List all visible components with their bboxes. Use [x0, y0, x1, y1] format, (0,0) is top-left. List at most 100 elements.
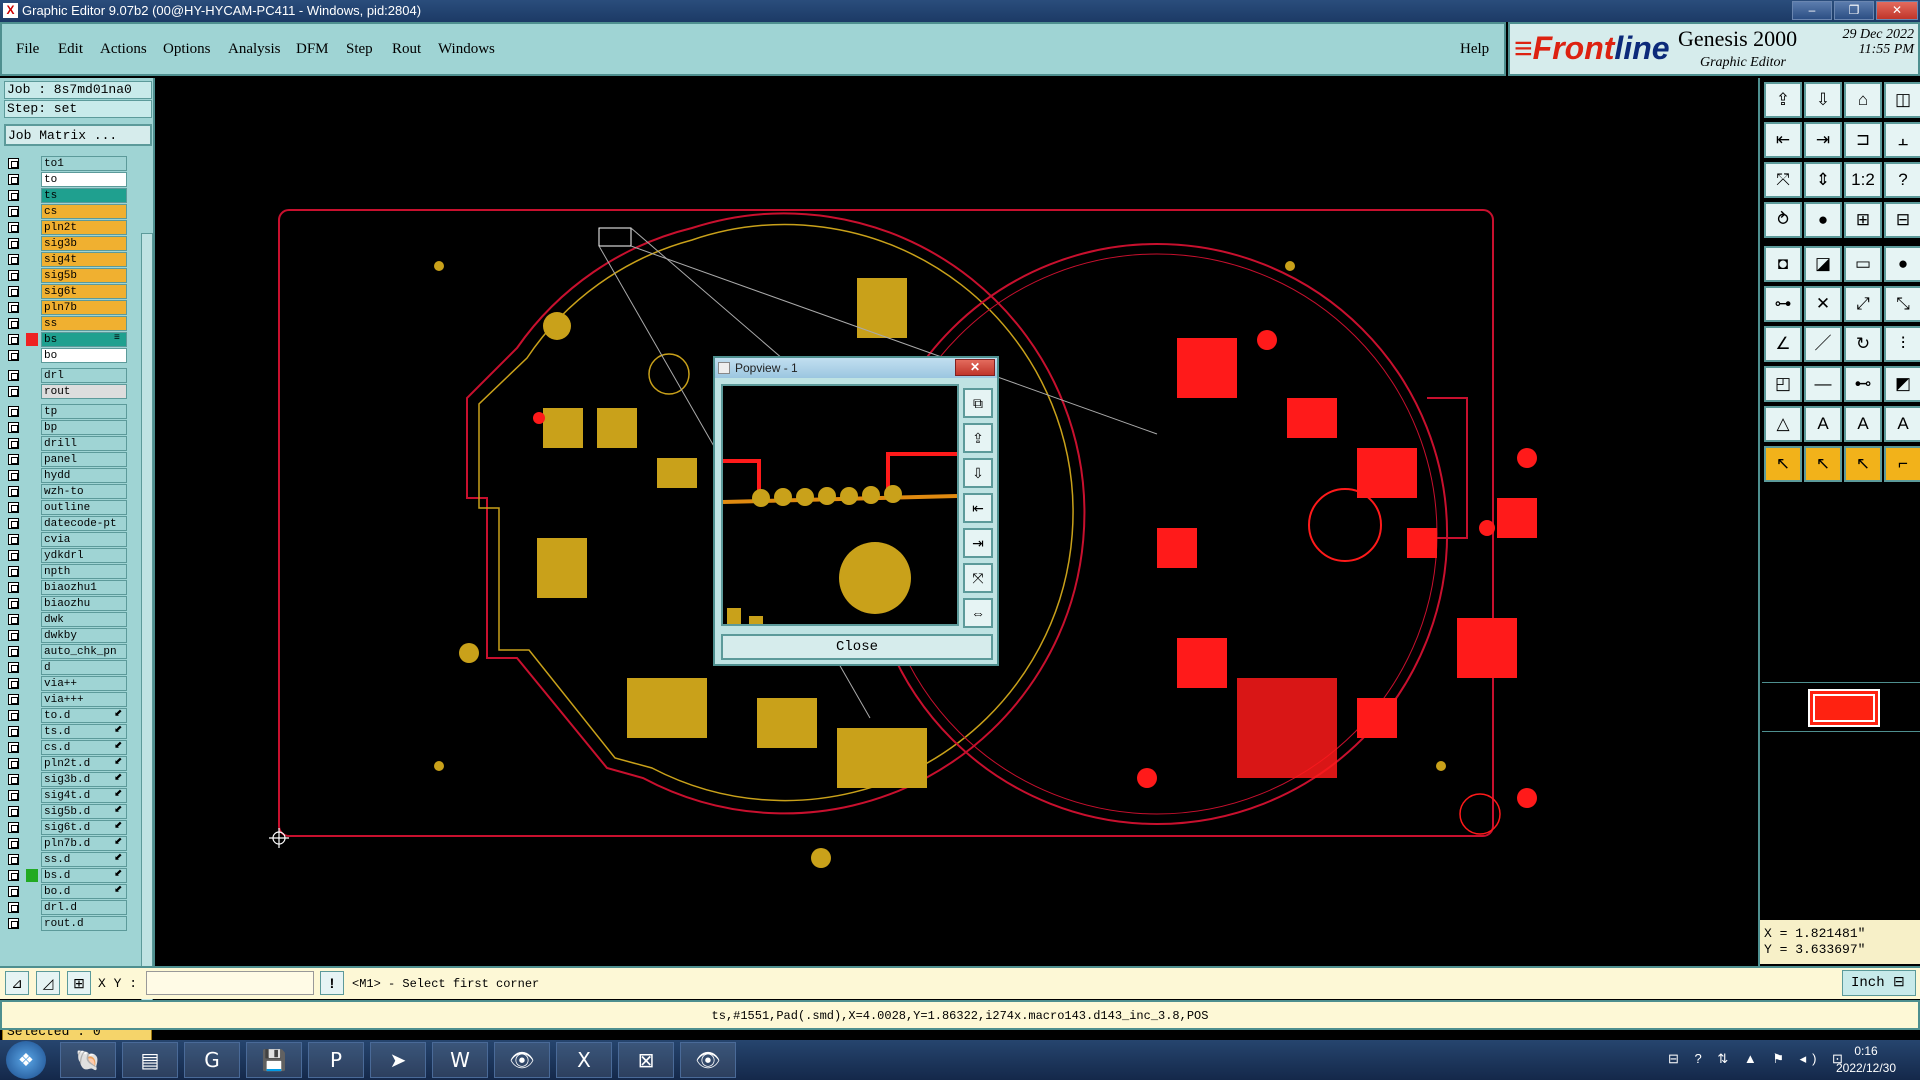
popview-tool-3[interactable]: ⇩: [963, 458, 993, 488]
layer-name[interactable]: via++: [41, 676, 127, 691]
layer-color-swatch[interactable]: [26, 741, 38, 754]
layer-color-swatch[interactable]: [26, 237, 38, 250]
layer-checkbox[interactable]: [8, 438, 19, 449]
layer-row[interactable]: bs.d ⬋: [4, 868, 140, 883]
job-matrix-button[interactable]: Job Matrix ...: [4, 124, 152, 146]
tool-button-8-3[interactable]: A: [1884, 406, 1920, 442]
tool-button-2-3[interactable]: ?: [1884, 162, 1920, 198]
layer-name[interactable]: dwkby: [41, 628, 127, 643]
layer-color-swatch[interactable]: [26, 301, 38, 314]
tool-button-3-2[interactable]: ⊞: [1844, 202, 1882, 238]
layer-name[interactable]: panel: [41, 452, 127, 467]
layer-name[interactable]: rout: [41, 384, 127, 399]
layer-row[interactable]: to1: [4, 156, 140, 171]
layer-checkbox[interactable]: [8, 350, 19, 361]
layer-color-swatch[interactable]: [26, 725, 38, 738]
layer-name[interactable]: pln7b: [41, 300, 127, 315]
layer-color-swatch[interactable]: [26, 517, 38, 530]
tool-button-1-3[interactable]: ⫠: [1884, 122, 1920, 158]
layer-row[interactable]: cs: [4, 204, 140, 219]
tool-button-2-0[interactable]: ⤧: [1764, 162, 1802, 198]
layer-color-swatch[interactable]: [26, 597, 38, 610]
layer-row[interactable]: sig5b: [4, 268, 140, 283]
taskbar-app-7[interactable]: 👁: [494, 1042, 550, 1078]
layer-name[interactable]: tp: [41, 404, 127, 419]
layer-checkbox[interactable]: [8, 286, 19, 297]
popview-tool-4[interactable]: ⇤: [963, 493, 993, 523]
layer-color-swatch[interactable]: [26, 565, 38, 578]
layer-checkbox[interactable]: [8, 758, 19, 769]
layer-row[interactable]: via++: [4, 676, 140, 691]
tool-button-8-2[interactable]: A: [1844, 406, 1882, 442]
maximize-button[interactable]: ❐: [1834, 1, 1874, 20]
layer-checkbox[interactable]: [8, 630, 19, 641]
layer-checkbox[interactable]: [8, 662, 19, 673]
layer-name[interactable]: wzh-to: [41, 484, 127, 499]
layer-name[interactable]: pln2t: [41, 220, 127, 235]
layer-row[interactable]: ydkdrl: [4, 548, 140, 563]
layer-color-swatch[interactable]: [26, 485, 38, 498]
layer-checkbox[interactable]: [8, 918, 19, 929]
snap-icon[interactable]: ⊿: [5, 971, 29, 995]
layer-color-swatch[interactable]: [26, 629, 38, 642]
layer-row[interactable]: pln2t.d ⬋: [4, 756, 140, 771]
tool-button-9-3[interactable]: ⌐: [1884, 446, 1920, 482]
layer-checkbox[interactable]: [8, 694, 19, 705]
layer-row[interactable]: sig5b.d ⬋: [4, 804, 140, 819]
layer-color-swatch[interactable]: [26, 469, 38, 482]
grid-icon[interactable]: ⊞: [67, 971, 91, 995]
layer-checkbox[interactable]: [8, 206, 19, 217]
layer-row[interactable]: to: [4, 172, 140, 187]
layer-checkbox[interactable]: [8, 238, 19, 249]
layer-checkbox[interactable]: [8, 566, 19, 577]
layer-row[interactable]: hydd: [4, 468, 140, 483]
layer-checkbox[interactable]: [8, 886, 19, 897]
layer-color-swatch[interactable]: [26, 805, 38, 818]
layer-name[interactable]: sig4t: [41, 252, 127, 267]
layer-row[interactable]: pln7b.d ⬋: [4, 836, 140, 851]
layer-color-swatch[interactable]: [26, 709, 38, 722]
layer-name[interactable]: cvia: [41, 532, 127, 547]
layer-color-swatch[interactable]: [26, 173, 38, 186]
tool-button-6-1[interactable]: ／: [1804, 326, 1842, 362]
tool-button-8-1[interactable]: A: [1804, 406, 1842, 442]
tool-button-5-0[interactable]: ⊶: [1764, 286, 1802, 322]
taskbar-app-8[interactable]: X: [556, 1042, 612, 1078]
minimize-button[interactable]: –: [1792, 1, 1832, 20]
layer-color-swatch[interactable]: [26, 853, 38, 866]
layer-name[interactable]: rout.d: [41, 916, 127, 931]
layer-name[interactable]: cs: [41, 204, 127, 219]
layer-checkbox[interactable]: [8, 742, 19, 753]
layer-color-swatch[interactable]: [26, 869, 38, 882]
layer-checkbox[interactable]: [8, 678, 19, 689]
layer-checkbox[interactable]: [8, 370, 19, 381]
layer-row[interactable]: outline: [4, 500, 140, 515]
layer-color-swatch[interactable]: [26, 285, 38, 298]
tool-button-6-2[interactable]: ↻: [1844, 326, 1882, 362]
layer-color-swatch[interactable]: [26, 885, 38, 898]
layer-row[interactable]: npth: [4, 564, 140, 579]
layer-row[interactable]: sig4t.d ⬋: [4, 788, 140, 803]
layer-scrollbar[interactable]: [141, 233, 153, 1018]
layer-color-swatch[interactable]: [26, 901, 38, 914]
taskbar-app-9[interactable]: ⊠: [618, 1042, 674, 1078]
tool-button-3-3[interactable]: ⊟: [1884, 202, 1920, 238]
layer-color-swatch[interactable]: [26, 837, 38, 850]
layer-row[interactable]: bs ≡: [4, 332, 140, 347]
layer-color-swatch[interactable]: [26, 613, 38, 626]
tool-button-3-0[interactable]: ⥁: [1764, 202, 1802, 238]
layer-checkbox[interactable]: [8, 406, 19, 417]
menu-analysis[interactable]: Analysis: [228, 41, 281, 58]
layer-checkbox[interactable]: [8, 838, 19, 849]
layer-color-swatch[interactable]: [26, 405, 38, 418]
layer-color-swatch[interactable]: [26, 189, 38, 202]
layer-checkbox[interactable]: [8, 486, 19, 497]
xy-input[interactable]: [146, 971, 314, 995]
layer-color-swatch[interactable]: [26, 581, 38, 594]
popview-tool-6[interactable]: ⤧: [963, 563, 993, 593]
layer-color-swatch[interactable]: [26, 269, 38, 282]
layer-checkbox[interactable]: [8, 422, 19, 433]
layer-row[interactable]: d: [4, 660, 140, 675]
layer-name[interactable]: ss: [41, 316, 127, 331]
tool-button-9-1[interactable]: ↖: [1804, 446, 1842, 482]
